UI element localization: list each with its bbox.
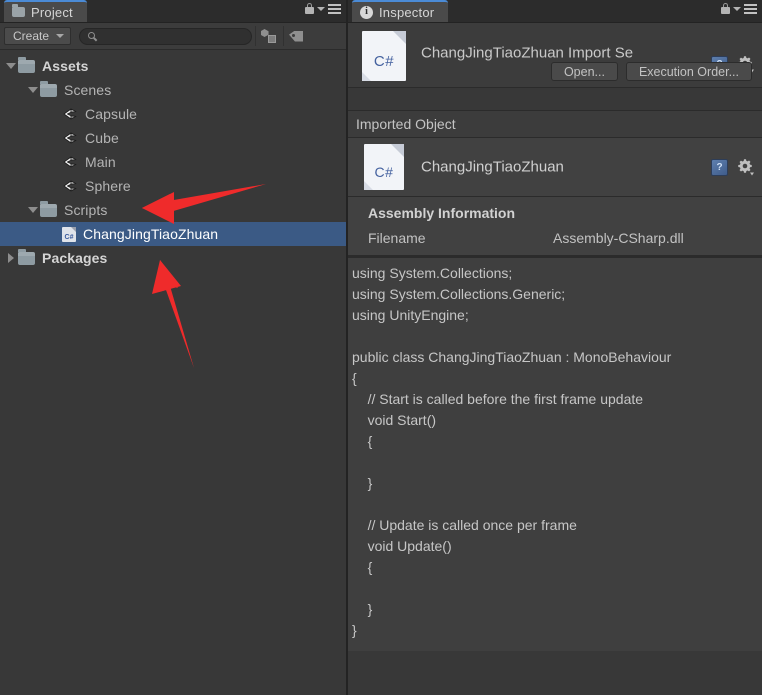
code-preview-text: using System.Collections; using System.C… [352,265,672,638]
tree-item-sphere[interactable]: Sphere [0,174,346,198]
tab-project-label: Project [31,4,73,20]
hamburger-menu-icon[interactable] [744,3,757,14]
asset-type-filter-button[interactable] [255,26,280,46]
tree-item-label: Scenes [64,82,112,98]
tree-item-cube[interactable]: Cube [0,126,346,150]
tree-twisty-spacer [48,102,62,126]
folder-icon [40,200,57,217]
tree-item-assets[interactable]: Assets [0,54,346,78]
unity-scene-icon [62,130,78,146]
tree-twisty-spacer [48,150,62,174]
page-title: ChangJingTiaoZhuan Import Se [421,44,634,62]
filename-value: Assembly-CSharp.dll [553,230,684,246]
tree-item-capsule[interactable]: Capsule [0,102,346,126]
create-button-label: Create [13,29,50,43]
folder-icon [18,56,35,73]
imported-object-row: C# ChangJingTiaoZhuan ? [348,138,762,197]
execution-order-button[interactable]: Execution Order... [625,62,752,81]
tree-item-label: Sphere [85,178,131,194]
import-settings-buttons: Open... Execution Order... [550,62,752,81]
tree-twisty-spacer [48,126,62,150]
project-tab-tools [305,3,341,14]
inspector-body: C# ChangJingTiaoZhuan Import Se ? Open..… [348,23,762,651]
asset-type-filter-icon [260,29,276,43]
inspector-panel: i Inspector C# ChangJingTiaoZhuan Import… [348,0,762,695]
tree-item-label: Main [85,154,116,170]
folder-icon [18,248,35,265]
chevron-down-icon[interactable] [317,6,325,11]
folder-icon [12,4,25,17]
label-filter-icon [289,30,304,42]
lock-icon[interactable] [721,3,730,14]
chevron-down-icon[interactable] [733,6,741,11]
tab-project[interactable]: Project [4,0,87,22]
gear-icon[interactable] [736,158,754,176]
csharp-file-icon: C# [362,31,406,81]
chevron-down-icon[interactable] [26,78,40,102]
create-button[interactable]: Create [4,27,72,45]
tree-item-label: Assets [42,58,89,74]
hamburger-menu-icon[interactable] [328,3,341,14]
imported-object-label: Imported Object [356,116,456,132]
code-preview[interactable]: using System.Collections; using System.C… [348,256,762,651]
tree-item-label: ChangJingTiaoZhuan [83,226,219,242]
tree-item-label: Scripts [64,202,108,218]
imported-object-name: ChangJingTiaoZhuan [421,158,564,176]
imported-object-section-header: Imported Object [348,111,762,138]
search-icon [88,31,97,42]
header-gap-strip [348,88,762,111]
tab-inspector[interactable]: i Inspector [352,0,449,22]
project-tree: Assets Scenes Capsule Cube Main Sphere Scripts… [0,50,346,695]
search-box[interactable] [79,27,253,45]
chevron-down-icon[interactable] [26,198,40,222]
tree-item-label: Capsule [85,106,138,122]
tree-item-scenes[interactable]: Scenes [0,78,346,102]
import-settings-header: C# ChangJingTiaoZhuan Import Se ? Open..… [348,23,762,88]
label-filter-button[interactable] [283,26,308,46]
tree-item-scripts[interactable]: Scripts [0,198,346,222]
info-icon: i [360,5,373,19]
help-book-icon[interactable]: ? [711,159,728,176]
tab-inspector-label: Inspector [379,4,435,20]
project-tabbar: Project [0,0,346,23]
project-toolbar: Create [0,23,346,50]
tree-item-label: Packages [42,250,108,266]
unity-editor-window: Project Create Assets Scenes Capsule Cub… [0,0,762,695]
tree-twisty-spacer [48,222,62,246]
inspector-tab-tools [721,3,757,14]
inspector-tabbar: i Inspector [348,0,762,23]
unity-scene-icon [62,178,78,194]
tree-item-label: Cube [85,130,119,146]
tree-item-packages[interactable]: Packages [0,246,346,270]
chevron-down-icon[interactable] [4,54,18,78]
csharp-file-icon: C# [62,226,76,242]
filename-label: Filename [368,230,426,246]
folder-icon [40,80,57,97]
open-button[interactable]: Open... [550,62,618,81]
tree-item-changjingtiaozhuan[interactable]: C# ChangJingTiaoZhuan [0,222,346,246]
lock-icon[interactable] [305,3,314,14]
assembly-information-title: Assembly Information [368,205,516,221]
tree-item-main[interactable]: Main [0,150,346,174]
chevron-right-icon[interactable] [4,246,18,270]
search-input[interactable] [97,28,252,44]
project-panel: Project Create Assets Scenes Capsule Cub… [0,0,346,695]
unity-scene-icon [62,106,78,122]
csharp-file-icon: C# [364,144,404,190]
assembly-information-block: Assembly Information Filename Assembly-C… [348,197,762,256]
tree-twisty-spacer [48,174,62,198]
unity-scene-icon [62,154,78,170]
chevron-down-icon [56,34,65,38]
